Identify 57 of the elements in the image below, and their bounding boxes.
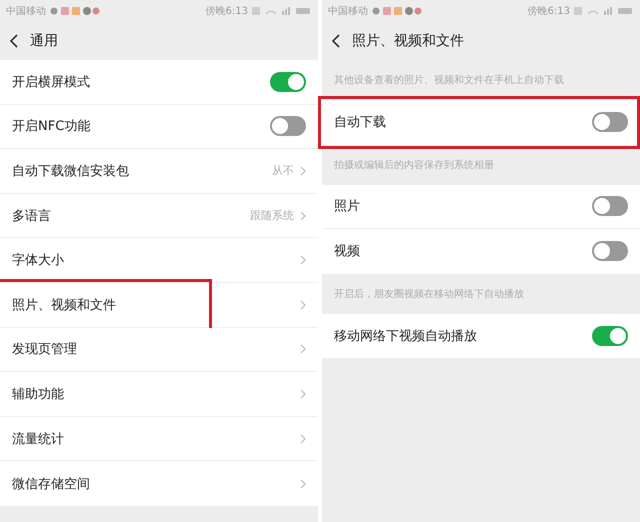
row-label: 字体大小 [12,252,64,270]
chevron-icon [300,478,306,489]
row-label: 视频 [334,243,360,260]
row-label: 照片 [334,198,360,216]
chevron-icon [300,388,306,399]
row-label: 多语言 [12,208,51,225]
settings-row[interactable]: 自动下载微信安装包 从不 [0,149,318,194]
chevron-icon [300,434,306,444]
status-time: 傍晚6:13 [206,4,248,18]
row-value: 从不 [272,163,294,178]
back-icon[interactable] [332,34,340,48]
settings-row[interactable]: 移动网络下视频自动播放 [322,314,640,358]
settings-row[interactable]: 发现页管理 [0,328,318,372]
row-label: 发现页管理 [12,341,77,358]
settings-row[interactable]: 开启NFC功能 [0,104,318,150]
settings-row[interactable]: 视频 [322,229,640,274]
toggle-switch[interactable] [592,326,628,346]
settings-row[interactable]: 辅助功能 [0,372,318,417]
back-icon[interactable] [10,34,18,48]
toggle-switch[interactable] [592,196,628,216]
toggle-switch[interactable] [592,241,628,262]
row-label: 辅助功能 [12,386,64,403]
row-label: 微信存储空间 [12,476,90,493]
row-label: 自动下载微信安装包 [12,162,129,180]
toggle-switch[interactable] [270,116,306,136]
app-icons-drawing [372,6,422,16]
app-icons-drawing [50,6,100,16]
page-title: 照片、视频和文件 [352,32,464,50]
chevron-icon [300,344,306,354]
page-title: 通用 [30,32,58,50]
chevron-icon [300,210,306,221]
settings-row[interactable]: 微信存储空间 [0,461,318,506]
row-label: 移动网络下视频自动播放 [334,328,477,346]
chevron-icon [300,300,306,310]
row-label: 开启NFC功能 [12,118,90,136]
settings-row[interactable]: 开启横屏模式 [0,60,318,105]
status-time: 傍晚6:13 [528,4,570,18]
row-label: 自动下载 [334,114,386,132]
section-caption: 其他设备查看的照片、视频和文件在手机上自动下载 [333,74,565,88]
section-caption: 拍摄或编辑后的内容保存到系统相册 [333,158,495,173]
chevron-icon [300,255,306,266]
status-icons-drawing [252,6,312,16]
row-label: 开启横屏模式 [12,74,90,91]
row-value: 跟随系统 [250,208,294,224]
settings-row[interactable]: 流量统计 [0,416,318,462]
row-label: 流量统计 [12,430,64,448]
toggle-switch[interactable] [592,112,628,132]
settings-row[interactable]: 字体大小 [0,238,318,283]
settings-row[interactable]: 照片 [322,184,640,230]
section-caption: 开启后，朋友圈视频在移动网络下自动播放 [333,288,525,302]
carrier-name: 中国移动 [6,4,46,18]
status-icons-drawing [574,6,634,16]
settings-row[interactable]: 多语言 跟随系统 [0,194,318,238]
row-label: 照片、视频和文件 [12,296,116,314]
carrier-name: 中国移动 [328,4,368,18]
toggle-switch[interactable] [270,72,306,92]
chevron-icon [300,166,306,176]
